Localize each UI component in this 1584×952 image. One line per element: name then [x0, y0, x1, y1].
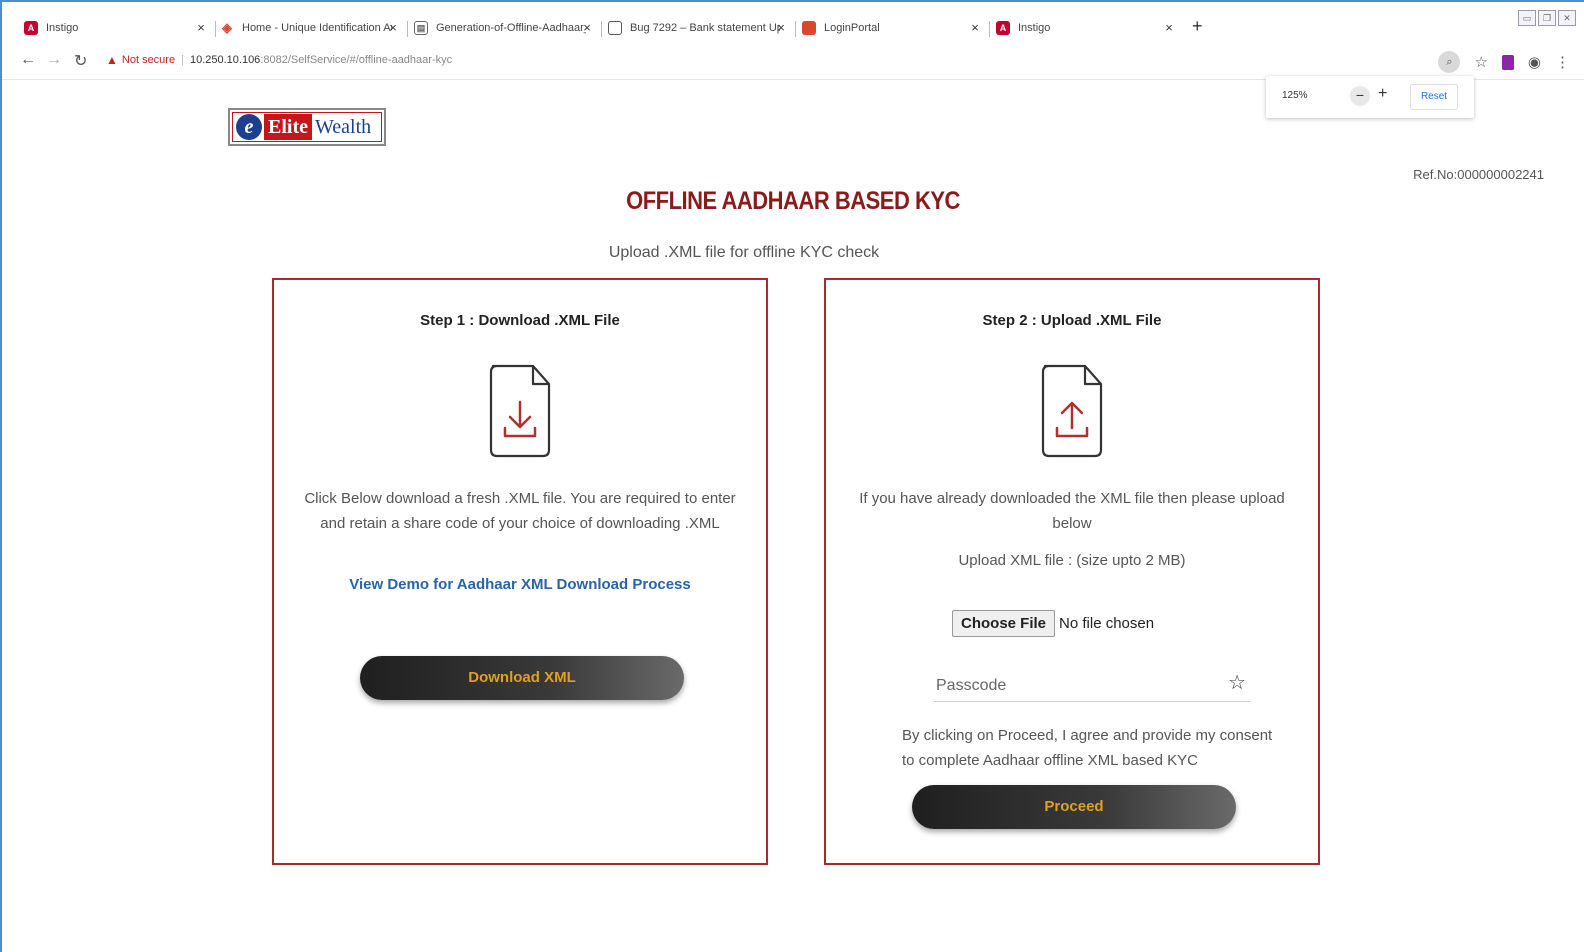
- zoom-in-button[interactable]: +: [1378, 85, 1387, 103]
- zoom-reset-button[interactable]: Reset: [1410, 84, 1458, 110]
- tab-offline-aadhaar-doc[interactable]: ▤ Generation-of-Offline-Aadhaar_ ×: [414, 14, 602, 42]
- url-path: :8082/SelfService/#/offline-aadhaar-kyc: [260, 54, 453, 66]
- step2-title: Step 2 : Upload .XML File: [982, 312, 1162, 329]
- logo-e-mark: e: [236, 114, 262, 140]
- tab-title: LoginPortal: [824, 22, 880, 34]
- close-window-icon[interactable]: ✕: [1558, 10, 1576, 26]
- extension-icon[interactable]: [1501, 54, 1514, 70]
- browser-window: A Instigo × ◈ Home - Unique Identificati…: [0, 0, 1584, 952]
- passcode-field: ☆: [934, 668, 1250, 702]
- upload-size-label: Upload XML file : (size upto 2 MB): [958, 552, 1186, 569]
- reload-icon[interactable]: ↻: [74, 51, 87, 71]
- zoom-out-button[interactable]: −: [1350, 86, 1370, 106]
- tab-instigo-1[interactable]: A Instigo ×: [24, 14, 216, 42]
- new-tab-button[interactable]: +: [1192, 16, 1203, 37]
- tab-separator: [601, 21, 602, 37]
- elite-wealth-logo: e Elite Wealth: [228, 108, 386, 146]
- zoom-popup: 125% − + Reset: [1266, 76, 1474, 118]
- security-label[interactable]: Not secure: [122, 54, 175, 66]
- proceed-button[interactable]: Proceed: [912, 785, 1236, 829]
- page-title: OFFLINE AADHAAR BASED KYC: [626, 186, 960, 215]
- file-download-icon: [489, 364, 551, 458]
- profile-icon[interactable]: ◉: [1528, 53, 1541, 71]
- tab-bug[interactable]: Bug 7292 – Bank statement Uplo ×: [608, 14, 796, 42]
- close-icon[interactable]: ×: [580, 20, 594, 35]
- restore-icon[interactable]: ❐: [1538, 10, 1556, 26]
- tab-separator: [215, 21, 216, 37]
- login-icon: [802, 21, 816, 35]
- document-icon: ▤: [414, 21, 428, 35]
- step2-card: Step 2 : Upload .XML File If you have al…: [824, 278, 1320, 865]
- tab-title: Instigo: [1018, 22, 1051, 34]
- menu-icon[interactable]: ⋮: [1555, 53, 1570, 71]
- logo-wealth-text: Wealth: [315, 115, 372, 138]
- close-icon[interactable]: ×: [194, 20, 208, 35]
- choose-file-button[interactable]: Choose File: [952, 610, 1056, 637]
- step1-card: Step 1 : Download .XML File Click Below …: [272, 278, 768, 865]
- url-field[interactable]: ▲ Not secure | 10.250.10.106 :8082/SelfS…: [106, 53, 452, 67]
- zoom-icon[interactable]: ⌕: [1438, 51, 1461, 73]
- toolbar-icons: ⌕ ☆ ◉ ⋮: [1438, 51, 1570, 73]
- consent-text: By clicking on Proceed, I agree and prov…: [902, 727, 1273, 769]
- uidai-icon: ◈: [222, 20, 232, 35]
- file-input[interactable]: Choose File No file chosen: [952, 610, 1154, 637]
- tab-title: Instigo: [46, 22, 79, 34]
- logo-elite-text: Elite: [264, 114, 312, 140]
- close-icon[interactable]: ×: [386, 20, 400, 35]
- url-divider: |: [181, 54, 184, 66]
- file-upload-icon: [1041, 364, 1103, 458]
- view-demo-link[interactable]: View Demo for Aadhaar XML Download Proce…: [274, 576, 766, 593]
- tab-title: Home - Unique Identification Au: [242, 22, 392, 34]
- bug-icon: [608, 21, 622, 35]
- window-controls: ▭ ❐ ✕: [1518, 10, 1576, 26]
- tab-separator: [989, 21, 990, 37]
- close-icon[interactable]: ×: [774, 20, 788, 35]
- close-icon[interactable]: ×: [1162, 20, 1176, 35]
- step2-description: If you have already downloaded the XML f…: [859, 490, 1285, 532]
- tab-loginportal[interactable]: LoginPortal ×: [802, 14, 990, 42]
- tab-separator: [407, 21, 408, 37]
- url-host: 10.250.10.106: [189, 54, 261, 66]
- file-status: No file chosen: [1059, 615, 1155, 632]
- forward-arrow-icon[interactable]: →: [46, 51, 62, 69]
- warning-icon: ▲: [106, 53, 118, 67]
- download-xml-button[interactable]: Download XML: [360, 656, 684, 700]
- star-icon[interactable]: ☆: [1228, 670, 1246, 695]
- back-arrow-icon[interactable]: ←: [20, 51, 36, 69]
- tab-separator: [795, 21, 796, 37]
- tab-title: Bug 7292 – Bank statement Uplo: [630, 22, 780, 34]
- passcode-input[interactable]: [934, 668, 1214, 698]
- angular-icon: A: [996, 21, 1010, 35]
- tab-strip: A Instigo × ◈ Home - Unique Identificati…: [2, 2, 1584, 42]
- address-bar: ← → ↻ ▲ Not secure | 10.250.10.106 :8082…: [2, 42, 1584, 80]
- tab-title: Generation-of-Offline-Aadhaar_: [436, 22, 586, 34]
- reference-number: Ref.No:000000002241: [1413, 167, 1544, 182]
- page-subtitle: Upload .XML file for offline KYC check: [608, 244, 880, 261]
- step1-title: Step 1 : Download .XML File: [420, 312, 620, 329]
- tab-instigo-active[interactable]: A Instigo ×: [996, 14, 1176, 42]
- step1-description: Click Below download a fresh .XML file. …: [304, 490, 736, 532]
- minimize-icon[interactable]: ▭: [1518, 10, 1536, 26]
- angular-icon: A: [24, 21, 38, 35]
- tab-uidai[interactable]: ◈ Home - Unique Identification Au ×: [220, 14, 408, 42]
- bookmark-star-icon[interactable]: ☆: [1474, 53, 1487, 71]
- zoom-level: 125%: [1282, 90, 1308, 101]
- close-icon[interactable]: ×: [968, 20, 982, 35]
